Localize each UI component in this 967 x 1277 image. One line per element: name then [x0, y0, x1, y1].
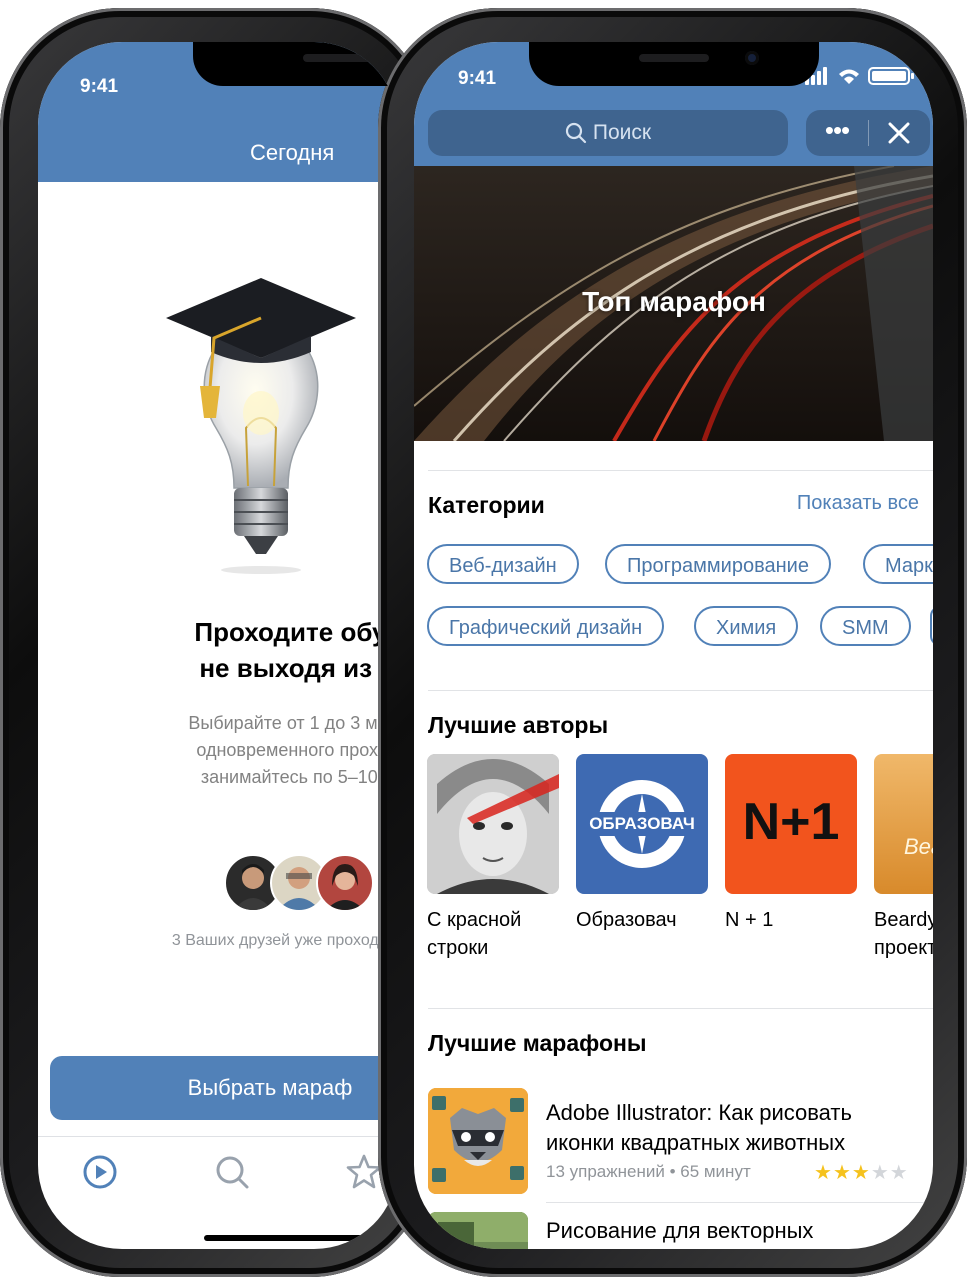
notch	[528, 42, 819, 86]
status-time: 9:41	[458, 68, 497, 89]
search-icon[interactable]	[212, 1152, 252, 1192]
category-chip[interactable]: Графический дизайн	[427, 606, 665, 646]
authors-title: Лучшие авторы	[428, 712, 609, 738]
search-placeholder: Поиск	[592, 121, 652, 144]
marathons-title: Лучшие марафоны	[428, 1030, 647, 1056]
back-phone-screen: 9:41 Сегодня Проходите обуч не выходя из…	[38, 42, 398, 1249]
divider	[428, 1008, 933, 1009]
category-chip[interactable]: Программирование	[605, 544, 831, 584]
choose-marathon-button[interactable]: Выбрать мараф	[50, 1056, 398, 1120]
author-card[interactable]: ОБРАЗОВАЧ Образовач	[576, 754, 708, 934]
author-name: С красной строки	[427, 909, 522, 959]
category-chip[interactable]: SMM	[820, 606, 911, 646]
show-all-link[interactable]: Показать все	[797, 492, 919, 515]
author-avatar	[427, 754, 559, 894]
lightbulb-graduation-cap-illustration	[166, 278, 356, 574]
marathon-item[interactable]: Рисование для векторных	[428, 1212, 933, 1249]
category-chip[interactable]: Химия	[694, 606, 799, 646]
marathon-thumbnail	[428, 1212, 528, 1249]
marathon-title: Adobe Illustrator: Как рисовать иконки к…	[546, 1100, 852, 1155]
author-logo-text: N+1	[742, 793, 840, 851]
category-chip[interactable]: Веб-дизайн	[427, 544, 579, 584]
search-input[interactable]: Поиск	[428, 110, 788, 156]
wifi-icon	[839, 69, 859, 77]
banner-title: Топ марафон	[582, 286, 766, 317]
author-name: Образовач	[576, 909, 677, 931]
search-icon	[565, 123, 586, 144]
categories-title: Категории	[428, 492, 545, 518]
divider	[546, 1202, 933, 1203]
star-empty-icon: ★	[889, 1162, 909, 1184]
star-empty-icon: ★	[870, 1162, 890, 1184]
header-title: Сегодня	[250, 140, 335, 165]
marathon-title: Рисование для векторных	[546, 1218, 814, 1243]
home-indicator	[204, 1235, 398, 1241]
category-chip-partial[interactable]	[930, 606, 933, 646]
author-card[interactable]: Bea Beardy проект	[874, 754, 933, 962]
front-phone-screen: 9:41 Поиск ••• Топ марафон Категории Пок…	[414, 42, 933, 1249]
author-name: Beardy проект	[874, 909, 933, 959]
author-logo: Bea	[874, 754, 933, 894]
star-filled-icon: ★	[814, 1162, 833, 1184]
marathon-thumbnail	[428, 1088, 528, 1194]
tabbar-divider	[38, 1136, 398, 1137]
notch	[193, 42, 398, 86]
category-chip[interactable]: Марк	[863, 544, 933, 584]
star-filled-icon: ★	[832, 1162, 852, 1184]
status-time: 9:41	[80, 76, 119, 97]
promo-description: Выбирайте от 1 до 3 мара одновременного …	[188, 713, 398, 787]
author-name: N + 1	[725, 909, 774, 931]
star-filled-icon: ★	[851, 1162, 871, 1184]
divider	[428, 470, 933, 471]
author-card[interactable]: С красной строки	[427, 754, 559, 962]
marathon-item[interactable]: Adobe Illustrator: Как рисовать иконки к…	[428, 1088, 933, 1198]
rating-stars: ★★★★★	[814, 1160, 909, 1185]
marathon-meta: 13 упражнений • 65 минут	[546, 1162, 751, 1181]
author-card[interactable]: N+1 N + 1	[725, 754, 857, 934]
author-logo-text: ОБРАЗОВАЧ	[589, 814, 695, 833]
status-icons	[805, 67, 914, 85]
miniapp-controls: •••	[806, 110, 930, 156]
divider	[428, 690, 933, 691]
friends-caption: 3 Ваших друзей уже проходят раз	[171, 932, 398, 949]
avatar	[316, 854, 374, 912]
front-phone-frame: 9:41 Поиск ••• Топ марафон Категории Пок…	[378, 8, 967, 1277]
author-logo: ОБРАЗОВАЧ	[576, 754, 708, 894]
author-logo: N+1	[725, 754, 857, 894]
more-icon[interactable]: •••	[806, 110, 868, 156]
friends-avatars	[224, 854, 384, 912]
author-logo-text: Bea	[904, 834, 933, 859]
back-phone-frame: 9:41 Сегодня Проходите обуч не выходя из…	[0, 8, 430, 1277]
play-circle-icon[interactable]	[80, 1152, 120, 1192]
promo-title: Проходите обуч не выходя из V	[194, 617, 398, 683]
close-icon[interactable]	[868, 110, 930, 156]
